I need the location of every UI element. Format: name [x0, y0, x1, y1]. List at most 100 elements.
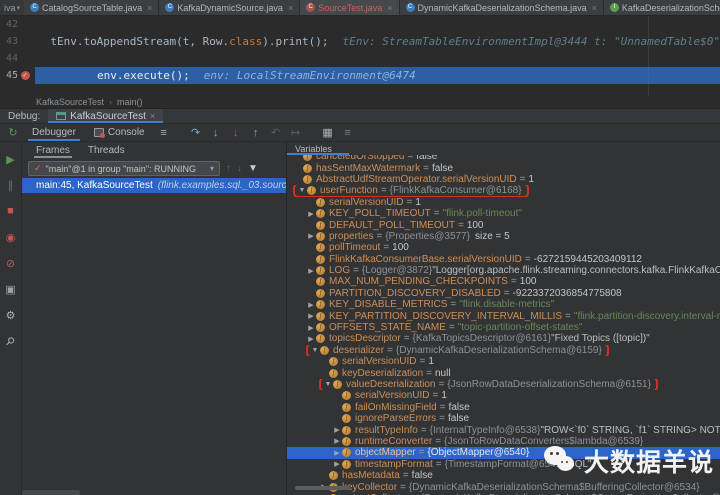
editor-tab[interactable]: C CatalogSourceTable.java × [24, 0, 160, 15]
variable-row[interactable]: f failOnMissingField = false [287, 402, 720, 413]
variable-name: deserializer [333, 344, 385, 356]
tab-console[interactable]: Console [86, 124, 153, 141]
variable-row[interactable]: f MAX_NUM_PENDING_CHECKPOINTS = 100 [287, 276, 720, 287]
expand-arrow-icon[interactable]: ▶ [306, 210, 316, 218]
expand-arrow-icon[interactable]: ▶ [306, 324, 316, 332]
close-icon[interactable]: × [147, 3, 152, 13]
variable-row[interactable]: f hasSentMaxWatermark = false [287, 162, 720, 174]
variable-row[interactable]: f FlinkKafkaConsumerBase.serialVersionUID… [287, 254, 720, 265]
tab-frames[interactable]: Frames [28, 142, 78, 159]
editor-tab[interactable]: IKafkaDeserializationSchema.java× [603, 0, 720, 15]
variable-row[interactable]: ▶ f topicsDescriptor = {KafkaTopicsDescripto… [287, 333, 720, 344]
variable-row[interactable]: ▶ f properties = {Properties@3577} size = 5 [287, 231, 720, 242]
variable-row[interactable]: f serialVersionUID = 1 [287, 197, 720, 208]
chevron-down-icon: ▾ [16, 4, 21, 12]
step-into-icon[interactable]: ↓ [207, 124, 225, 141]
expand-arrow-icon[interactable]: ▶ [306, 312, 316, 320]
variable-row-content: ▶ f objectMapper = {ObjectMapper@6540} [332, 447, 529, 458]
field-icon: f [303, 174, 312, 184]
frame-up-icon[interactable]: ↑ [226, 163, 231, 174]
editor-gutter[interactable]: 42 [0, 16, 35, 33]
variable-name: DEFAULT_POLL_TIMEOUT [329, 219, 455, 231]
pause-icon[interactable]: ∥ [0, 172, 22, 198]
expand-arrow-icon[interactable]: ▶ [306, 335, 316, 343]
variable-row[interactable]: f pollTimeout = 100 [287, 242, 720, 253]
collapse-arrow-icon[interactable]: ▼ [323, 381, 333, 388]
variable-row[interactable]: ▶ f KEY_POLL_TIMEOUT = "flink.poll-timeout" [287, 208, 720, 219]
thread-selector-dropdown[interactable]: ✓ "main"@1 in group "main": RUNNING ▾ [28, 161, 220, 176]
variable-row[interactable]: f keyDeserialization = null [287, 367, 720, 379]
filter-funnel-icon[interactable]: ▼ [248, 163, 258, 174]
variable-row[interactable]: f DEFAULT_POLL_TIMEOUT = 100 [287, 219, 720, 231]
stop-icon[interactable]: ■ [0, 198, 22, 224]
tab-threads[interactable]: Threads [80, 142, 133, 159]
debug-session-tab[interactable]: KafkaSourceTest × [48, 109, 164, 123]
expand-arrow-icon[interactable]: ▶ [332, 426, 342, 434]
expand-arrow-icon[interactable]: ▶ [332, 437, 342, 445]
variable-row[interactable]: f serialVersionUID = 1 [287, 390, 720, 401]
close-icon[interactable]: × [288, 3, 293, 13]
mute-breakpoints-icon[interactable]: ⊘ [0, 250, 22, 276]
settings-layout-icon[interactable]: ≡ [155, 124, 173, 141]
editor-tab[interactable]: C KafkaDynamicSource.java × [159, 0, 301, 15]
collapse-arrow-icon[interactable]: ▼ [310, 347, 320, 354]
variable-row[interactable]: ▶ f KEY_PARTITION_DISCOVERY_INTERVAL_MILLI… [287, 310, 720, 322]
breakpoint-slot[interactable]: ✓ [18, 71, 32, 80]
variable-row[interactable]: ▼ f userFunction = {FlinkKafkaConsumer@6168} [287, 185, 720, 197]
step-out-icon[interactable]: ↑ [247, 124, 265, 141]
variable-row[interactable]: ▼ f valueDeserialization = {JsonRowDataDeser… [287, 378, 720, 391]
variable-row[interactable]: ▶ f LOG = {Logger@3872} "Logger[org.apache.f… [287, 265, 720, 276]
variable-row[interactable]: ▶fkeyCollector={DynamicKafkaDeserializat… [287, 481, 720, 493]
overflow-tab[interactable]: iva ▾ [0, 0, 25, 15]
code-line-content: tEnv.toAppendStream(t, Row. class).print(… [35, 33, 720, 50]
rerun-icon[interactable]: ↻ [4, 124, 22, 141]
variable-row[interactable]: ▶ f OFFSETS_STATE_NAME = "topic-partition-of… [287, 322, 720, 333]
collapse-arrow-icon[interactable]: ▼ [297, 187, 307, 194]
variable-row[interactable]: ▼ f deserializer = {DynamicKafkaDeserializat… [287, 344, 720, 357]
step-over-icon[interactable]: ↷ [187, 124, 205, 141]
editor-tab[interactable]: C SourceTest.java × [300, 0, 400, 15]
variable-row[interactable]: ▶ f KEY_DISABLE_METRICS = "flink.disable-met… [287, 299, 720, 310]
close-icon[interactable]: × [150, 111, 155, 121]
expand-arrow-icon[interactable]: ▶ [306, 267, 316, 275]
run-to-cursor-icon[interactable]: ↦ [287, 124, 305, 141]
evaluate-expression-icon[interactable]: ▦ [319, 124, 337, 141]
stack-frame-row[interactable]: main:45, KafkaSourceTest (flink.examples… [22, 178, 286, 193]
gear-icon[interactable]: ⚙ [0, 302, 22, 328]
tab-debugger[interactable]: Debugger [24, 124, 84, 141]
editor-gutter[interactable]: 45 ✓ [0, 67, 35, 84]
editor-tab[interactable]: C DynamicKafkaDeserializationSchema.java × [399, 0, 604, 15]
resume-icon[interactable]: ▶ [0, 146, 22, 172]
variable-row[interactable]: f PARTITION_DISCOVERY_DISABLED = -922337203… [287, 288, 720, 299]
variable-row[interactable]: f canceledOrStopped = false [287, 155, 720, 162]
frame-down-icon[interactable]: ↓ [237, 163, 242, 174]
pin-icon[interactable]: ⚲ [0, 328, 22, 354]
camera-icon[interactable]: ▣ [0, 276, 22, 302]
expand-arrow-icon[interactable]: ▶ [306, 232, 316, 240]
frames-hscrollbar[interactable] [22, 490, 80, 495]
breadcrumb-item[interactable]: main() [117, 97, 143, 107]
drop-frame-icon[interactable]: ↶ [267, 124, 285, 141]
editor-gutter[interactable]: 43 [0, 33, 35, 50]
expand-arrow-icon[interactable]: ▶ [332, 460, 342, 468]
more-options-icon[interactable]: ≡ [339, 124, 357, 141]
variable-row[interactable]: f serialVersionUID = 1 [287, 356, 720, 367]
code-editor[interactable]: 42 43 tEnv.toAppendStream(t, Row. class).pr… [0, 16, 720, 96]
breadcrumb-item[interactable]: KafkaSourceTest [36, 97, 104, 107]
expand-arrow-icon[interactable]: ▶ [306, 301, 316, 309]
variables-hscrollbar[interactable] [295, 486, 350, 490]
variable-value: null [435, 367, 451, 379]
view-breakpoints-icon[interactable]: ◉ [0, 224, 22, 250]
breakpoint-icon[interactable]: ✓ [20, 71, 30, 80]
force-step-into-icon[interactable]: ↓ [227, 124, 245, 141]
variable-row[interactable]: f AbstractUdfStreamOperator.serialVersion… [287, 174, 720, 185]
expand-arrow-icon[interactable]: ▶ [332, 449, 342, 457]
equals-sign: = [380, 185, 387, 197]
variable-row[interactable]: f ignoreParseErrors = false [287, 413, 720, 424]
close-icon[interactable]: × [592, 3, 597, 13]
field-icon: f [303, 155, 312, 162]
variable-row[interactable]: ▶ f resultTypeInfo = {InternalTypeInfo@6538}… [287, 424, 720, 436]
close-icon[interactable]: × [387, 3, 392, 13]
variable-name: LOG [329, 265, 351, 277]
editor-gutter[interactable]: 44 [0, 50, 35, 67]
